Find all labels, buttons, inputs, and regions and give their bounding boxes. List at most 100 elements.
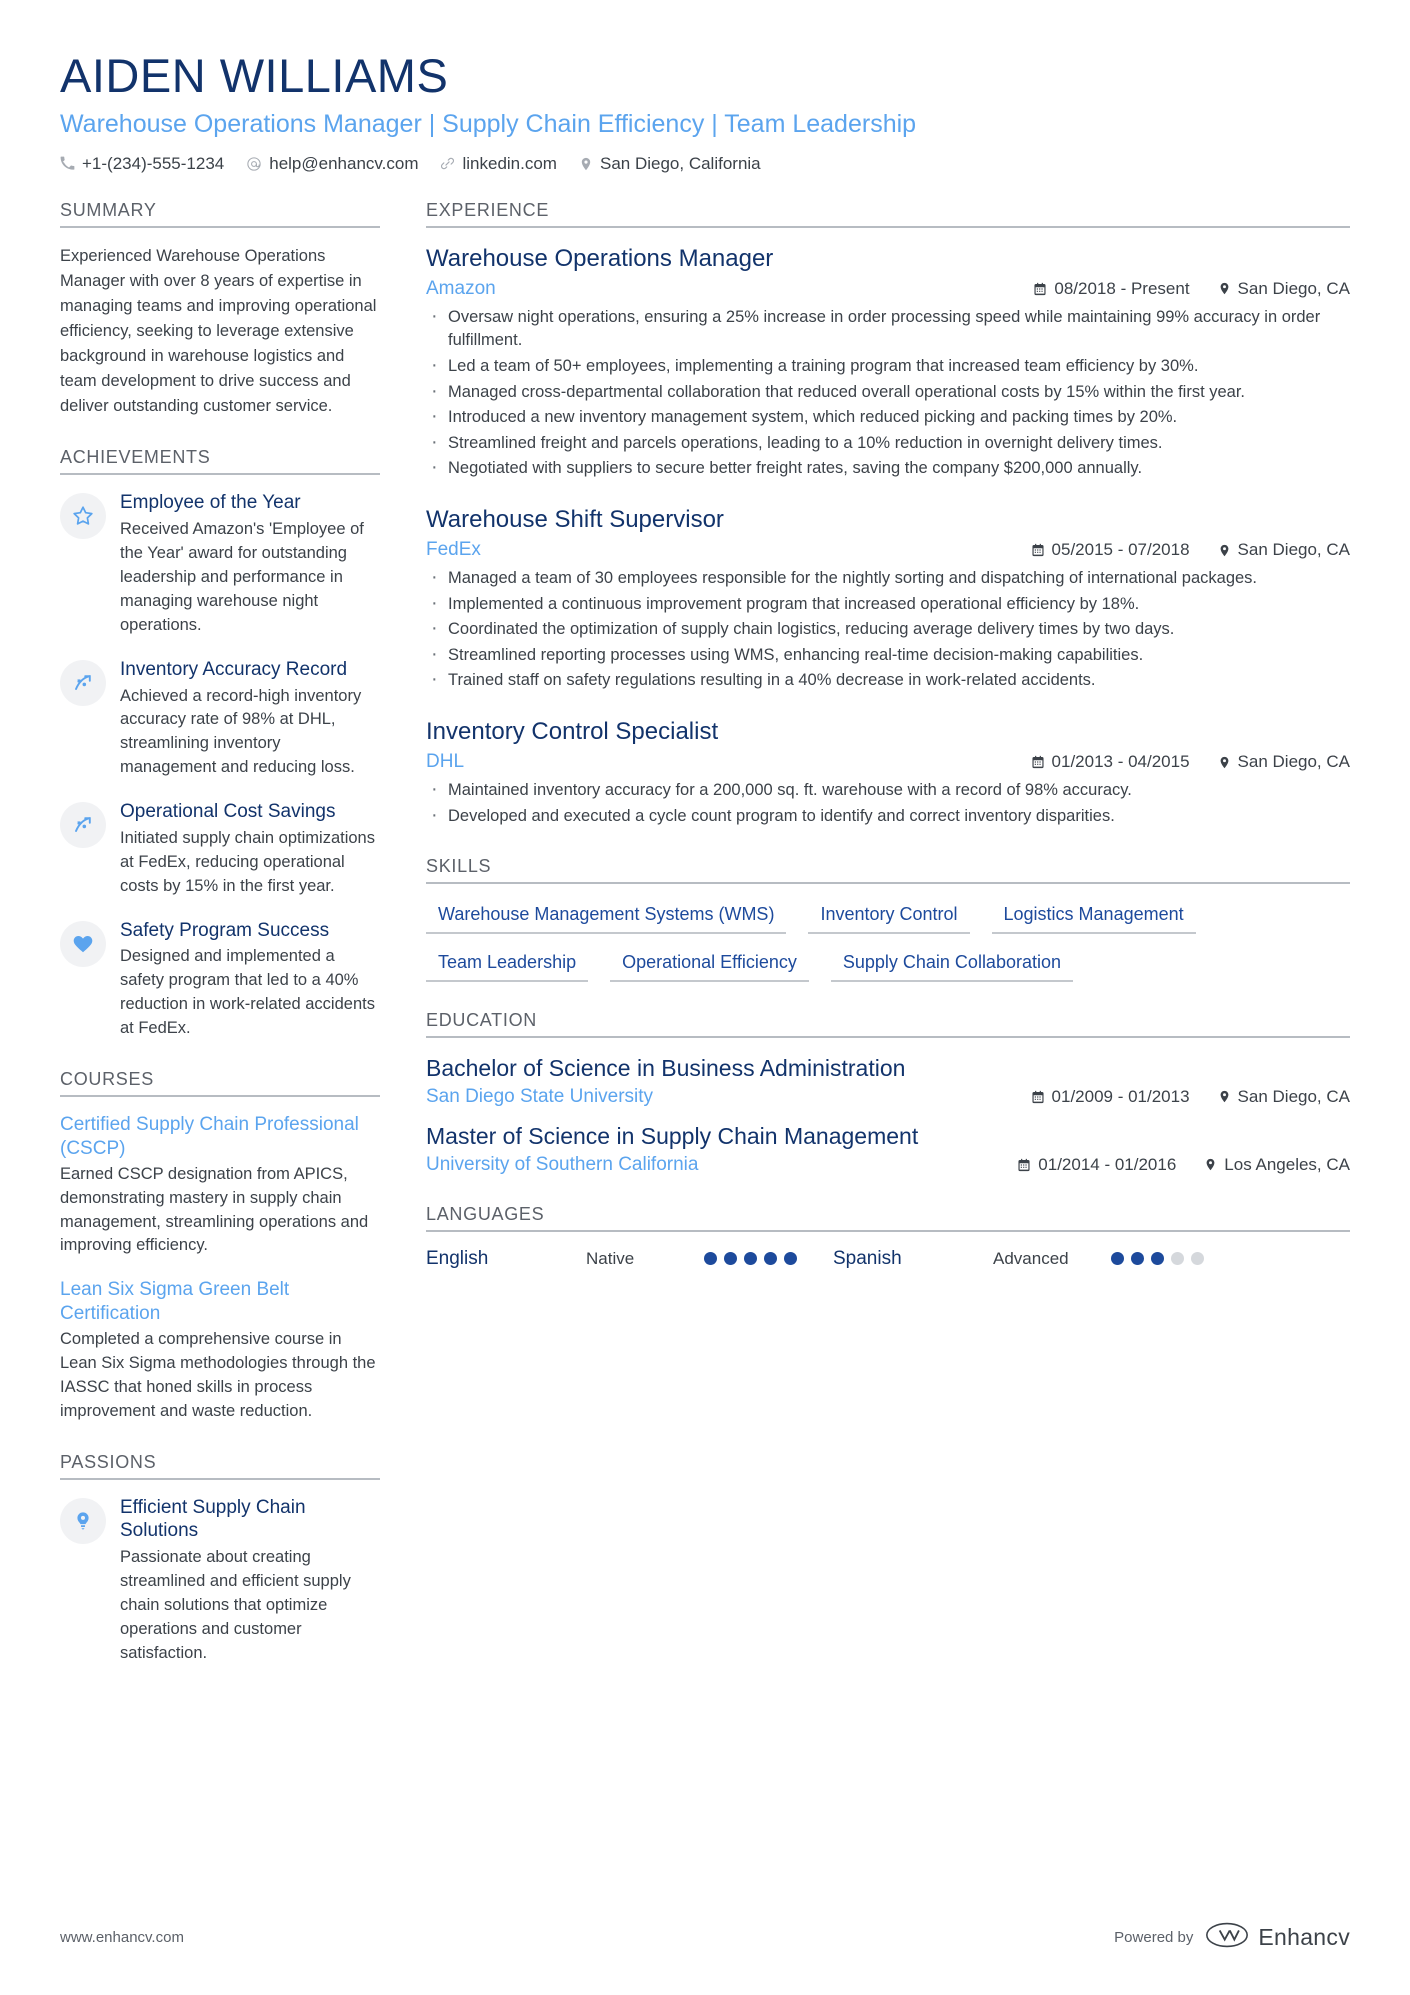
course-item: Lean Six Sigma Green Belt Certification …: [60, 1278, 380, 1423]
education-item: Bachelor of Science in Business Administ…: [426, 1054, 1350, 1108]
achievement-description: Achieved a record-high inventory accurac…: [120, 686, 362, 777]
rating-dot: [1131, 1252, 1144, 1266]
passions-heading: PASSIONS: [60, 1452, 380, 1480]
job-bullet: Managed cross-departmental collaboration…: [426, 377, 1350, 405]
job-bullet: Maintained inventory accuracy for a 200,…: [426, 775, 1350, 803]
job-dates-text: 08/2018 - Present: [1054, 278, 1190, 298]
course-item: Certified Supply Chain Professional (CSC…: [60, 1113, 380, 1258]
skills-list: Warehouse Management Systems (WMS) Inven…: [426, 900, 1350, 983]
contact-phone[interactable]: +1-(234)-555-1234: [60, 154, 224, 174]
achievement-title: Inventory Accuracy Record: [120, 658, 348, 680]
job-bullet: Coordinated the optimization of supply c…: [426, 614, 1350, 642]
education-heading: EDUCATION: [426, 1010, 1350, 1039]
course-description: Completed a comprehensive course in Lean…: [60, 1329, 376, 1420]
languages-section: LANGUAGES English Native Spanish Advance…: [426, 1204, 1350, 1270]
rating-dot: [744, 1252, 757, 1266]
passion-title: Efficient Supply Chain Solutions: [120, 1496, 306, 1542]
education-degree: Bachelor of Science in Business Administ…: [426, 1055, 906, 1082]
lightbulb-icon: [60, 1497, 106, 1544]
language-rating: [704, 1252, 797, 1266]
location-icon: [1218, 543, 1231, 558]
location-icon: [1218, 1089, 1231, 1104]
footer-website[interactable]: www.enhancv.com: [60, 1929, 184, 1946]
job-location-text: San Diego, CA: [1237, 278, 1350, 298]
achievement-description: Received Amazon's 'Employee of the Year'…: [120, 520, 364, 634]
achievements-section: ACHIEVEMENTS Employee of the Year Receiv…: [60, 447, 380, 1041]
education-item: Master of Science in Supply Chain Manage…: [426, 1122, 1350, 1176]
page-title: AIDEN WILLIAMS: [60, 49, 449, 102]
page-footer: www.enhancv.com Powered by Enhancv: [60, 1922, 1350, 1953]
achievement-title: Operational Cost Savings: [120, 801, 336, 823]
contact-email[interactable]: help@enhancv.com: [246, 154, 418, 174]
job-bullets: Oversaw night operations, ensuring a 25%…: [426, 302, 1350, 482]
right-column: EXPERIENCE Warehouse Operations Manager …: [426, 200, 1350, 1298]
education-school[interactable]: University of Southern California: [426, 1154, 698, 1176]
course-title: Lean Six Sigma Green Belt Certification: [60, 1279, 290, 1325]
education-school[interactable]: San Diego State University: [426, 1086, 653, 1108]
achievement-item: Operational Cost Savings Initiated suppl…: [60, 800, 380, 899]
contact-phone-text: +1-(234)-555-1234: [82, 153, 225, 173]
job-meta: FedEx 05/2015 - 07/2018 San Diego, CA: [426, 539, 1350, 561]
job-title: Warehouse Operations Manager: [426, 244, 774, 272]
location-icon: [1218, 755, 1231, 770]
job-dates-text: 01/2013 - 04/2015: [1051, 752, 1190, 771]
contact-location[interactable]: San Diego, California: [579, 154, 761, 174]
skill-chip: Logistics Management: [991, 900, 1196, 935]
education-meta: University of Southern California 01/201…: [426, 1154, 1350, 1176]
enhancv-mark-icon: [1205, 1922, 1249, 1953]
education-meta: San Diego State University 01/2009 - 01/…: [426, 1086, 1350, 1108]
passion-description: Passionate about creating streamlined an…: [120, 1548, 351, 1662]
job-title: Warehouse Shift Supervisor: [426, 506, 724, 534]
job-bullet: Led a team of 50+ employees, implementin…: [426, 351, 1350, 379]
education-location: San Diego, CA: [1218, 1087, 1350, 1107]
calendar-icon: [1033, 282, 1047, 296]
job-bullets: Maintained inventory accuracy for a 200,…: [426, 775, 1350, 829]
summary-text: Experienced Warehouse Operations Manager…: [60, 246, 377, 416]
language-level: Native: [586, 1248, 635, 1268]
job-bullet: Streamlined freight and parcels operatio…: [426, 428, 1350, 456]
education-dates: 01/2014 - 01/2016: [1017, 1155, 1176, 1175]
rating-dot: [1111, 1252, 1124, 1266]
powered-by-label: Powered by: [1114, 1929, 1194, 1946]
experience-item: Warehouse Operations Manager Amazon 08/2: [426, 244, 1350, 482]
passions-section: PASSIONS Efficient Supply Chain Solution…: [60, 1452, 380, 1666]
rating-dot: [1151, 1252, 1164, 1266]
achievement-item: Employee of the Year Received Amazon's '…: [60, 491, 380, 637]
skill-chip: Warehouse Management Systems (WMS): [426, 900, 787, 935]
job-company[interactable]: Amazon: [426, 278, 496, 300]
skill-chip: Operational Efficiency: [610, 948, 809, 983]
calendar-icon: [1017, 1158, 1031, 1172]
language-name: Spanish: [833, 1247, 902, 1269]
job-bullet: Streamlined reporting processes using WM…: [426, 640, 1350, 668]
rating-dot: [784, 1252, 797, 1266]
job-location-text: San Diego, CA: [1237, 752, 1350, 771]
contact-link[interactable]: linkedin.com: [440, 154, 557, 174]
contact-email-text: help@enhancv.com: [269, 153, 419, 173]
education-location-text: Los Angeles, CA: [1224, 1154, 1350, 1174]
courses-heading: COURSES: [60, 1069, 380, 1098]
job-company[interactable]: FedEx: [426, 539, 481, 561]
contact-link-text: linkedin.com: [462, 153, 557, 173]
job-bullet: Negotiated with suppliers to secure bett…: [426, 454, 1350, 482]
course-title: Certified Supply Chain Professional (CSC…: [60, 1114, 359, 1159]
summary-heading: SUMMARY: [60, 200, 380, 228]
job-location-text: San Diego, CA: [1237, 540, 1350, 560]
job-title: Inventory Control Specialist: [426, 718, 719, 745]
achievement-item: Safety Program Success Designed and impl…: [60, 919, 380, 1041]
languages-row: English Native Spanish Advanced: [426, 1248, 1350, 1270]
rating-dot: [1191, 1252, 1204, 1266]
rating-dot: [1171, 1252, 1184, 1266]
job-location: San Diego, CA: [1218, 279, 1350, 299]
link-icon: [440, 156, 455, 171]
rating-dot: [704, 1252, 717, 1266]
growth-arrow-icon: [60, 802, 106, 849]
job-dates-text: 05/2015 - 07/2018: [1051, 540, 1190, 560]
email-icon: [246, 156, 262, 172]
skill-chip: Inventory Control: [808, 900, 970, 935]
job-company[interactable]: DHL: [426, 751, 464, 773]
skills-section: SKILLS Warehouse Management Systems (WMS…: [426, 856, 1350, 983]
job-dates: 01/2013 - 04/2015: [1031, 752, 1190, 772]
achievement-title: Safety Program Success: [120, 919, 330, 941]
calendar-icon: [1031, 1090, 1045, 1104]
passion-item: Efficient Supply Chain Solutions Passion…: [60, 1496, 380, 1666]
